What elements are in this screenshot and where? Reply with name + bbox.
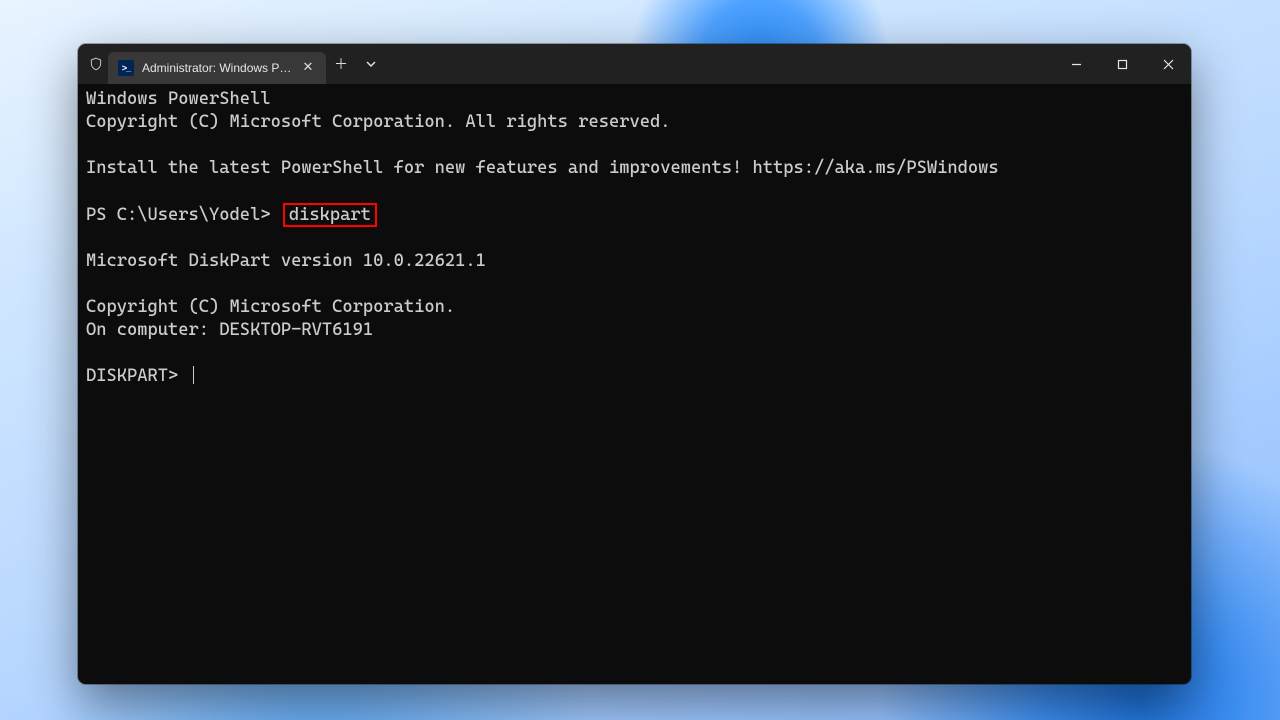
diskpart-prompt-line: DISKPART>: [86, 365, 1183, 388]
terminal-line: On computer: DESKTOP-RVT6191: [86, 319, 1183, 342]
terminal-line: Copyright (C) Microsoft Corporation. All…: [86, 111, 1183, 134]
tab-powershell[interactable]: >_ Administrator: Windows Powe ✕: [108, 52, 326, 84]
terminal-prompt-line: PS C:\Users\Yodel> diskpart: [86, 203, 1183, 227]
titlebar[interactable]: >_ Administrator: Windows Powe ✕ ＋: [78, 44, 1191, 84]
tab-strip: >_ Administrator: Windows Powe ✕ ＋: [108, 44, 386, 84]
titlebar-drag-region[interactable]: [386, 44, 1053, 84]
minimize-button[interactable]: [1053, 44, 1099, 84]
desktop-wallpaper: >_ Administrator: Windows Powe ✕ ＋: [0, 0, 1280, 720]
terminal-line: Copyright (C) Microsoft Corporation.: [86, 296, 1183, 319]
terminal-blank-line: [86, 134, 1183, 157]
diskpart-prompt: DISKPART>: [86, 366, 189, 386]
terminal-line: Microsoft DiskPart version 10.0.22621.1: [86, 250, 1183, 273]
tab-dropdown-button[interactable]: [356, 44, 386, 84]
terminal-blank-line: [86, 273, 1183, 296]
close-button[interactable]: [1145, 44, 1191, 84]
tab-title: Administrator: Windows Powe: [142, 61, 292, 75]
highlighted-command: diskpart: [283, 203, 377, 227]
text-cursor: [193, 366, 195, 384]
prompt-prefix: PS C:\Users\Yodel>: [86, 205, 281, 225]
maximize-button[interactable]: [1099, 44, 1145, 84]
powershell-icon: >_: [118, 60, 134, 76]
window-controls: [1053, 44, 1191, 84]
new-tab-button[interactable]: ＋: [326, 44, 356, 84]
titlebar-left: [78, 44, 104, 84]
terminal-body[interactable]: Windows PowerShellCopyright (C) Microsof…: [78, 84, 1191, 684]
terminal-blank-line: [86, 180, 1183, 203]
admin-shield-icon: [88, 56, 104, 72]
tab-close-button[interactable]: ✕: [300, 60, 316, 76]
terminal-line: Install the latest PowerShell for new fe…: [86, 157, 1183, 180]
terminal-blank-line: [86, 227, 1183, 250]
terminal-blank-line: [86, 342, 1183, 365]
terminal-line: Windows PowerShell: [86, 88, 1183, 111]
terminal-window: >_ Administrator: Windows Powe ✕ ＋: [78, 44, 1191, 684]
